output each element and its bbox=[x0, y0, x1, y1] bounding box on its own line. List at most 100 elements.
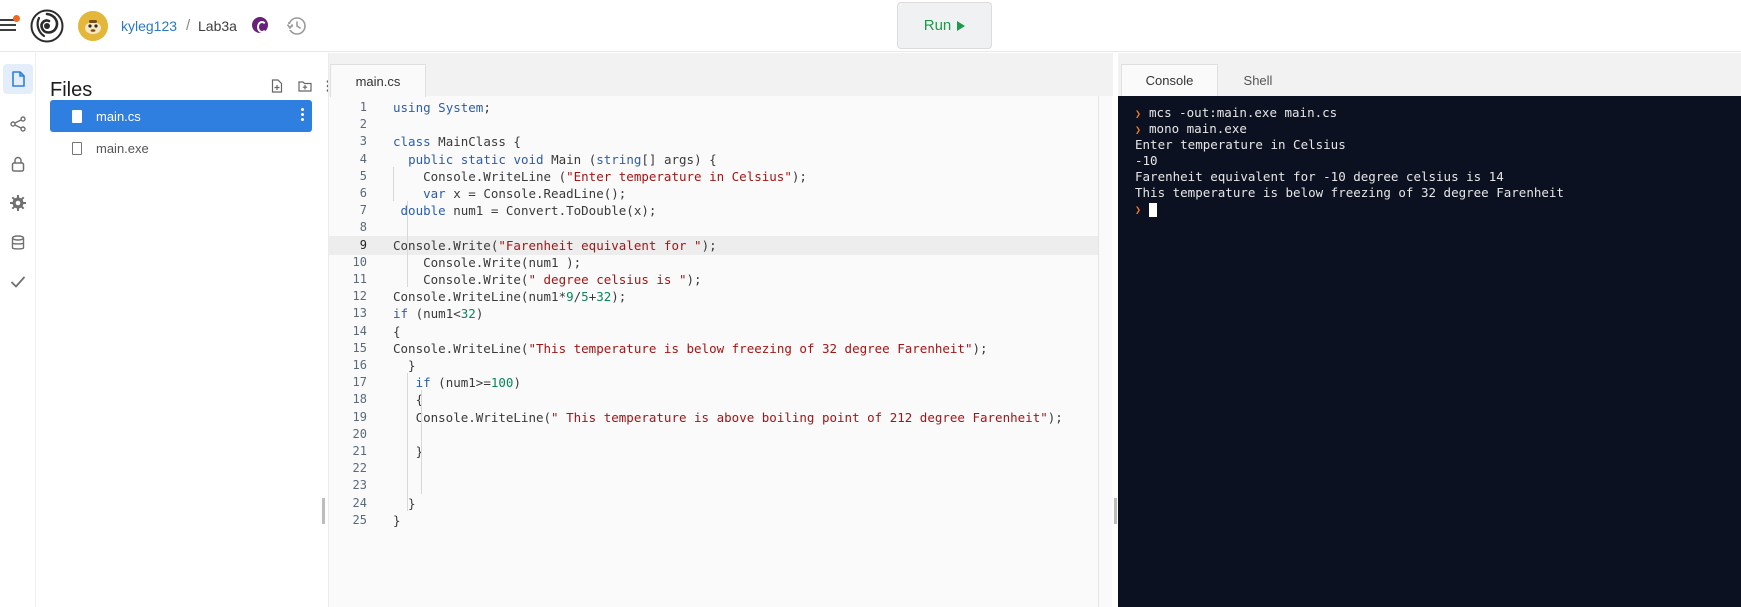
code-line[interactable]: 9 Console.Write("Farenheit equivalent for… bbox=[329, 235, 1099, 255]
code-line[interactable]: 5 Console.WriteLine ("Enter temperature … bbox=[329, 167, 1099, 186]
file-item-main-exe[interactable]: main.exe bbox=[50, 132, 312, 164]
line-number: 3 bbox=[359, 134, 367, 149]
code-text: { bbox=[393, 323, 401, 339]
history-icon[interactable] bbox=[286, 15, 308, 37]
code-line[interactable]: 23 bbox=[329, 476, 1099, 495]
code-line[interactable]: 19 Console.WriteLine(" This temperature … bbox=[329, 408, 1099, 427]
rail-secrets-button[interactable] bbox=[3, 149, 33, 179]
top-bar: kyleg123 / Lab3a Run bbox=[0, 0, 1741, 52]
console-line: This temperature is below freezing of 32… bbox=[1135, 185, 1564, 201]
tab-console[interactable]: Console bbox=[1121, 64, 1218, 96]
avatar-image bbox=[78, 11, 108, 41]
file-icon bbox=[72, 141, 82, 155]
line-number: 21 bbox=[352, 444, 367, 458]
console-output[interactable]: ❯ mcs -out:main.exe main.cs ❯ mono main.exe… bbox=[1118, 96, 1741, 607]
replit-logo-icon[interactable] bbox=[30, 9, 64, 43]
breadcrumb-repl-name[interactable]: Lab3a bbox=[198, 18, 237, 34]
tab-main-cs[interactable]: main.cs bbox=[330, 64, 426, 97]
file-menu-icon[interactable] bbox=[301, 108, 304, 121]
indent-guide bbox=[393, 166, 394, 202]
rail-files-button[interactable] bbox=[3, 64, 33, 94]
line-number: 9 bbox=[359, 237, 367, 252]
console-line: Enter temperature in Celsius bbox=[1135, 137, 1346, 153]
version-control-icon bbox=[10, 116, 26, 132]
code-line[interactable]: 7 double num1 = Convert.ToDouble(x); bbox=[329, 201, 1099, 220]
line-number: 24 bbox=[352, 495, 367, 510]
line-number: 8 bbox=[359, 220, 367, 235]
console-pane: Console Shell ❯ mcs -out:main.exe main.cs… bbox=[1118, 53, 1741, 607]
line-number: 25 bbox=[352, 512, 367, 527]
code-text: } bbox=[393, 358, 416, 373]
code-line[interactable]: 2 bbox=[329, 115, 1099, 134]
run-button-label: Run bbox=[923, 17, 952, 34]
files-editor-resize-handle[interactable] bbox=[322, 498, 325, 524]
code-line[interactable]: 3 class MainClass { bbox=[329, 132, 1099, 151]
code-line[interactable]: 25} bbox=[329, 511, 1099, 530]
code-line[interactable]: 24 } bbox=[329, 494, 1099, 513]
code-line[interactable]: 18 { bbox=[329, 390, 1099, 409]
console-line-text: This temperature is below freezing of 32… bbox=[1135, 185, 1564, 200]
code-text: Console.WriteLine(num1*9/5+32); bbox=[393, 289, 627, 305]
code-line[interactable]: 16 } bbox=[329, 356, 1099, 375]
file-name: main.exe bbox=[96, 140, 149, 156]
line-number: 4 bbox=[359, 151, 367, 166]
code-text: public static void Main (string[] args) … bbox=[408, 151, 717, 167]
console-line-text: Farenheit equivalent for -10 degree cels… bbox=[1135, 169, 1504, 184]
tab-shell[interactable]: Shell bbox=[1218, 64, 1298, 96]
code-line[interactable]: 6 var x = Console.ReadLine(); bbox=[329, 184, 1099, 203]
code-line[interactable]: 1 using System; bbox=[329, 98, 1099, 117]
code-line[interactable]: 20 bbox=[329, 425, 1099, 444]
code-line[interactable]: 12 Console.WriteLine(num1*9/5+32); bbox=[329, 287, 1099, 306]
line-number: 15 bbox=[352, 340, 367, 355]
editor-console-resize-handle[interactable] bbox=[1114, 498, 1117, 524]
breadcrumb-user-link[interactable]: kyleg123 bbox=[121, 18, 177, 34]
line-number: 23 bbox=[352, 478, 367, 493]
code-line[interactable]: 22 bbox=[329, 459, 1099, 478]
code-line[interactable]: 4 public static void Main (string[] args… bbox=[329, 150, 1099, 169]
console-line-text: mono main.exe bbox=[1149, 121, 1247, 136]
indent-guide bbox=[407, 373, 408, 511]
code-line[interactable]: 17 if (num1>=100) bbox=[329, 373, 1099, 392]
code-line[interactable]: 10 Console.Write(num1 ); bbox=[329, 253, 1099, 272]
line-number: 12 bbox=[352, 289, 367, 304]
console-line-text: mcs -out:main.exe main.cs bbox=[1149, 105, 1338, 120]
line-number: 5 bbox=[359, 168, 367, 183]
rail-settings-button[interactable] bbox=[3, 188, 33, 218]
files-actions bbox=[270, 79, 330, 93]
new-file-icon[interactable] bbox=[270, 79, 284, 93]
code-text: Console.WriteLine ("Enter temperature in… bbox=[393, 168, 807, 184]
run-button[interactable]: Run bbox=[897, 2, 992, 49]
lock-icon bbox=[11, 156, 25, 172]
code-line[interactable]: 21 } bbox=[329, 442, 1099, 461]
line-number: 18 bbox=[352, 392, 367, 407]
code-text: double num1 = Convert.ToDouble(x); bbox=[400, 203, 657, 219]
code-text: class MainClass { bbox=[393, 134, 521, 150]
rail-unit-tests-button[interactable] bbox=[3, 267, 33, 297]
avatar[interactable] bbox=[78, 11, 108, 41]
code-area[interactable]: 1 using System; 2 3 class MainClass {4 publi… bbox=[329, 96, 1099, 607]
code-text: Console.WriteLine("This temperature is b… bbox=[393, 340, 988, 356]
code-line[interactable]: 8 bbox=[329, 218, 1099, 237]
rail-version-control-button[interactable] bbox=[3, 109, 33, 139]
file-item-main-cs[interactable]: main.cs bbox=[50, 100, 312, 132]
editor-scrollbar[interactable] bbox=[1098, 96, 1099, 607]
console-line: -10 bbox=[1135, 153, 1158, 169]
files-icon bbox=[12, 71, 25, 87]
database-icon bbox=[11, 235, 25, 250]
files-panel: Files main.cs main.exe bbox=[36, 53, 330, 607]
console-line: ❯ mono main.exe bbox=[1135, 121, 1247, 137]
line-number: 2 bbox=[359, 117, 367, 132]
code-line[interactable]: 13 if (num1<32) bbox=[329, 304, 1099, 323]
code-text: if (num1>=100) bbox=[415, 375, 521, 391]
rail-database-button[interactable] bbox=[3, 228, 33, 258]
code-text: } bbox=[393, 512, 401, 528]
code-text: Console.Write("Farenheit equivalent for … bbox=[393, 237, 717, 253]
console-line-text: Enter temperature in Celsius bbox=[1135, 137, 1346, 152]
settings-icon bbox=[10, 195, 26, 211]
code-line[interactable]: 15 Console.WriteLine("This temperature is… bbox=[329, 339, 1099, 358]
code-line[interactable]: 11 Console.Write(" degree celsius is "); bbox=[329, 270, 1099, 289]
line-number: 11 bbox=[352, 272, 367, 286]
file-name: main.cs bbox=[96, 108, 141, 124]
code-line[interactable]: 14 { bbox=[329, 322, 1099, 341]
new-folder-icon[interactable] bbox=[298, 79, 312, 93]
